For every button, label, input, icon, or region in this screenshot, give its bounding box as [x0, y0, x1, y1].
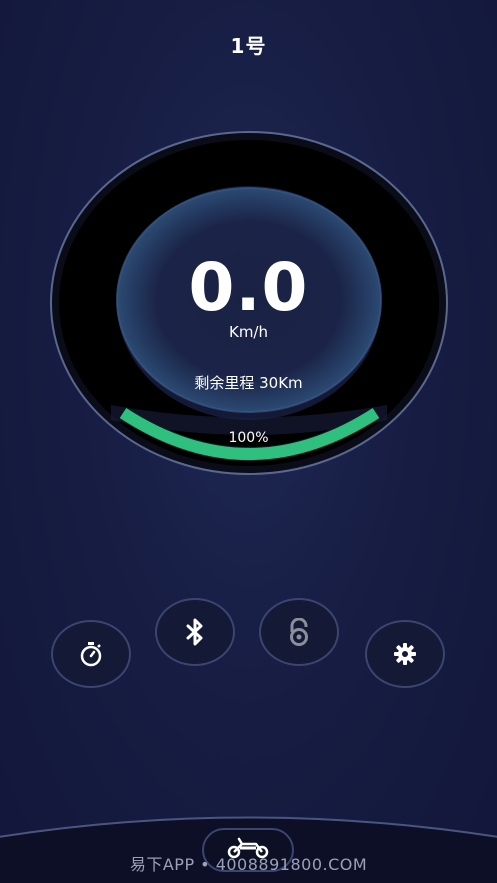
unlock-button[interactable] [259, 598, 339, 666]
bluetooth-button[interactable] [155, 598, 235, 666]
unlock-icon [287, 618, 311, 646]
speed-unit: Km/h [228, 323, 268, 341]
timer-button[interactable] [51, 620, 131, 688]
gear-icon [393, 642, 417, 666]
watermark: 易下APP • 4008891800.COM [129, 855, 368, 874]
battery-percent: 100% [228, 430, 269, 446]
speed-value: 0.0 [188, 249, 309, 326]
vehicle-title: 1号 [230, 34, 267, 58]
app-screen: 1号 0.0 Km/h 剩余里程 30Km 100% 易下APP • 40088… [0, 0, 497, 883]
remaining-range: 剩余里程 30Km [194, 374, 303, 392]
bluetooth-icon [185, 618, 205, 646]
stopwatch-icon [79, 641, 103, 667]
settings-button[interactable] [365, 620, 445, 688]
